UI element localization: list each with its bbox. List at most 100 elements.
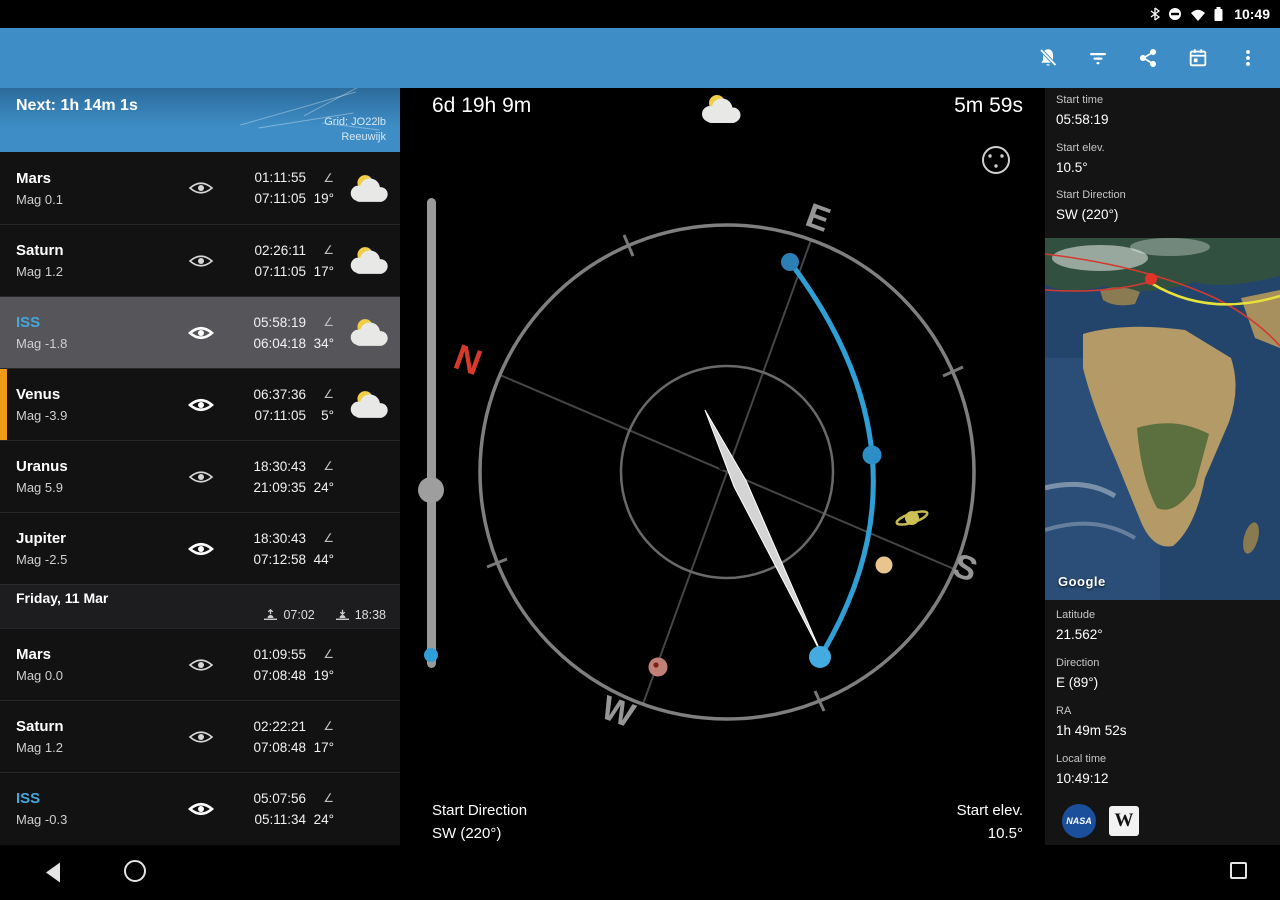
pass-magnitude: Mag -0.3 xyxy=(16,812,172,827)
track-mid-dot xyxy=(863,446,882,465)
weather-icon xyxy=(336,174,400,203)
ground-track-map[interactable] xyxy=(1045,238,1280,600)
start-direction-value: SW (220°) xyxy=(432,825,501,842)
map-attribution: Google xyxy=(1058,574,1106,589)
pass-row[interactable]: UranusMag 5.9 18:30:43∠ 21:09:3524° xyxy=(0,440,400,512)
visibility-eye-icon[interactable] xyxy=(172,397,230,413)
date-separator: Friday, 11 Mar 07:02 18:38 xyxy=(0,584,400,628)
weather-icon xyxy=(336,318,400,347)
start-elev-label: Start elev. xyxy=(957,802,1023,819)
visibility-eye-icon[interactable] xyxy=(172,657,230,673)
pass-magnitude: Mag 0.1 xyxy=(16,192,172,207)
pass-details-panel: Start time05:58:19 Start elev.10.5° Star… xyxy=(1045,88,1280,845)
location-name: Reeuwijk xyxy=(341,131,386,143)
detail-label: Local time xyxy=(1056,753,1109,765)
separator-date: Friday, 11 Mar xyxy=(16,590,386,606)
back-button[interactable] xyxy=(44,861,62,884)
saturn-marker xyxy=(895,506,930,529)
pass-max-elevation: 24° xyxy=(306,480,336,495)
overflow-menu-icon[interactable] xyxy=(1236,46,1260,70)
wifi-icon xyxy=(1190,8,1206,21)
pass-max-elevation: 17° xyxy=(306,740,336,755)
share-icon[interactable] xyxy=(1136,46,1160,70)
pass-row[interactable]: SaturnMag 1.2 02:26:11∠ 07:11:0517° xyxy=(0,224,400,296)
planet-marker xyxy=(876,557,893,574)
cardinal-south: S xyxy=(948,546,982,589)
elevation-angle-icon: ∠ xyxy=(306,243,336,257)
pass-magnitude: Mag 5.9 xyxy=(16,480,172,495)
visibility-eye-icon[interactable] xyxy=(172,180,230,196)
pass-max-elevation: 19° xyxy=(306,668,336,683)
notifications-off-icon[interactable] xyxy=(1036,46,1060,70)
next-pass-countdown: Next: 1h 14m 1s xyxy=(16,97,138,115)
app-screen: 10:49 Next: 1 xyxy=(0,0,1280,900)
pass-row[interactable]: MarsMag 0.0 01:09:55∠ 07:08:4819° xyxy=(0,628,400,700)
detail-value: 1h 49m 52s xyxy=(1056,723,1127,738)
visibility-eye-icon[interactable] xyxy=(172,469,230,485)
pass-name: Jupiter xyxy=(16,530,172,547)
pass-end-time: 07:11:05 xyxy=(254,191,306,206)
elevation-angle-icon: ∠ xyxy=(306,387,336,401)
pass-start-time: 05:58:19 xyxy=(253,315,306,330)
nasa-logo[interactable]: NASA xyxy=(1062,804,1096,838)
pass-name: ISS xyxy=(16,790,172,807)
visibility-eye-icon[interactable] xyxy=(172,325,230,341)
pass-name: Saturn xyxy=(16,718,172,735)
pass-list: MarsMag 0.1 01:11:55∠ 07:11:0519° Saturn… xyxy=(0,152,400,844)
sky-radar: N E S W xyxy=(400,88,1045,845)
pass-end-time: 06:04:18 xyxy=(253,336,306,351)
calendar-icon[interactable] xyxy=(1186,46,1210,70)
visibility-eye-icon[interactable] xyxy=(172,541,230,557)
sunrise-time: 07:02 xyxy=(283,608,314,622)
pass-max-elevation: 5° xyxy=(306,408,336,423)
pass-row-selected[interactable]: ISSMag -1.8 05:58:19∠ 06:04:1834° xyxy=(0,296,400,368)
pass-start-time: 18:30:43 xyxy=(253,531,306,546)
pass-start-time: 02:26:11 xyxy=(254,243,306,258)
start-elev-value: 10.5° xyxy=(988,825,1023,842)
detail-label: Start elev. xyxy=(1056,142,1105,154)
compass-needle xyxy=(705,410,822,655)
pass-max-elevation: 24° xyxy=(306,812,336,827)
time-slider-track[interactable] xyxy=(427,198,436,668)
detail-label: Latitude xyxy=(1056,609,1103,621)
detail-label: Start time xyxy=(1056,94,1109,106)
pass-row[interactable]: JupiterMag -2.5 18:30:43∠ 07:12:5844° xyxy=(0,512,400,584)
mars-marker xyxy=(649,658,668,677)
elevation-angle-icon: ∠ xyxy=(306,791,336,805)
visibility-eye-icon[interactable] xyxy=(172,253,230,269)
pass-name: Uranus xyxy=(16,458,172,475)
pass-list-panel: Next: 1h 14m 1s Grid: JO22lb Reeuwijk Ma… xyxy=(0,88,400,845)
satellite-position-dot xyxy=(1145,273,1157,285)
visibility-eye-icon[interactable] xyxy=(172,729,230,745)
app-bar xyxy=(0,28,1280,88)
home-button[interactable] xyxy=(124,860,146,882)
radar-panel: 6d 19h 9m 5m 59s N E S W xyxy=(400,88,1045,845)
pass-max-elevation: 19° xyxy=(306,191,336,206)
pass-row[interactable]: SaturnMag 1.2 02:22:21∠ 07:08:4817° xyxy=(0,700,400,772)
pass-start-time: 01:09:55 xyxy=(253,647,306,662)
center-view-icon[interactable] xyxy=(983,147,1009,173)
cardinal-north: N xyxy=(449,336,487,383)
pass-start-time: 05:07:56 xyxy=(253,791,306,806)
detail-value: 10.5° xyxy=(1056,160,1105,175)
pass-name: Venus xyxy=(16,386,172,403)
pass-end-time: 07:08:48 xyxy=(253,740,306,755)
pass-row[interactable]: MarsMag 0.1 01:11:55∠ 07:11:0519° xyxy=(0,152,400,224)
pass-end-time: 05:11:34 xyxy=(254,812,306,827)
weather-icon xyxy=(336,246,400,275)
grid-locator: Grid: JO22lb xyxy=(324,116,386,128)
recent-apps-button[interactable] xyxy=(1230,862,1247,879)
alert-accent-bar xyxy=(0,369,7,440)
elevation-angle-icon: ∠ xyxy=(306,459,336,473)
bluetooth-icon xyxy=(1150,7,1160,21)
wikipedia-icon[interactable]: W xyxy=(1109,806,1139,836)
pass-start-time: 18:30:43 xyxy=(253,459,306,474)
pass-row[interactable]: ISS Mag -0.3 05:07:56∠ 05:11:3424° xyxy=(0,772,400,844)
pass-row[interactable]: VenusMag -3.9 06:37:36∠ 07:11:055° xyxy=(0,368,400,440)
time-slider-handle[interactable] xyxy=(418,477,444,503)
pass-name: Mars xyxy=(16,170,172,187)
next-pass-header[interactable]: Next: 1h 14m 1s Grid: JO22lb Reeuwijk xyxy=(0,88,400,152)
elevation-angle-icon: ∠ xyxy=(306,171,336,185)
visibility-eye-icon[interactable] xyxy=(172,801,230,817)
filter-icon[interactable] xyxy=(1086,46,1110,70)
